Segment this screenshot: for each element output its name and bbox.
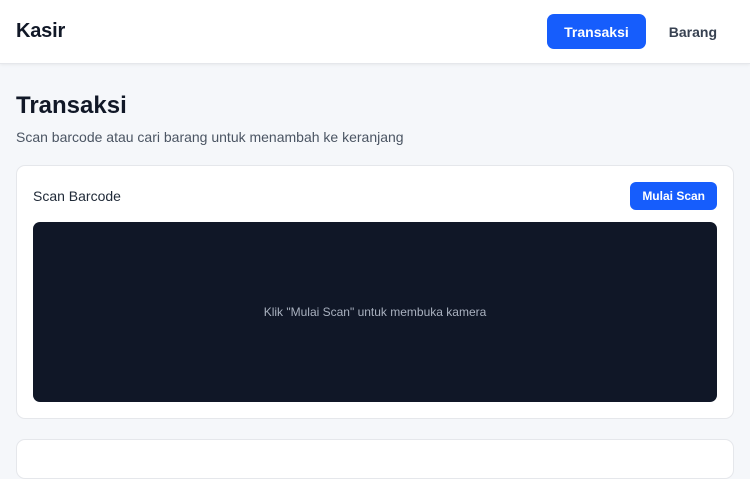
nav-transaksi-button[interactable]: Transaksi	[547, 14, 646, 49]
scan-barcode-card: Scan Barcode Mulai Scan Klik "Mulai Scan…	[16, 165, 734, 419]
camera-hint-text: Klik "Mulai Scan" untuk membuka kamera	[263, 305, 487, 319]
page-subtitle: Scan barcode atau cari barang untuk mena…	[16, 129, 404, 145]
main-content: Transaksi Scan barcode atau cari barang …	[16, 64, 734, 419]
top-navbar: Kasir Transaksi Barang	[0, 0, 750, 64]
scan-card-title: Scan Barcode	[33, 188, 121, 204]
main-nav: Transaksi Barang	[547, 14, 734, 49]
next-card	[16, 439, 734, 479]
page-title: Transaksi	[16, 92, 127, 119]
app-brand: Kasir	[16, 20, 66, 42]
nav-barang-button[interactable]: Barang	[652, 14, 734, 49]
camera-preview: Klik "Mulai Scan" untuk membuka kamera	[33, 222, 717, 402]
scan-card-header: Scan Barcode Mulai Scan	[33, 182, 717, 210]
start-scan-button[interactable]: Mulai Scan	[630, 182, 717, 210]
